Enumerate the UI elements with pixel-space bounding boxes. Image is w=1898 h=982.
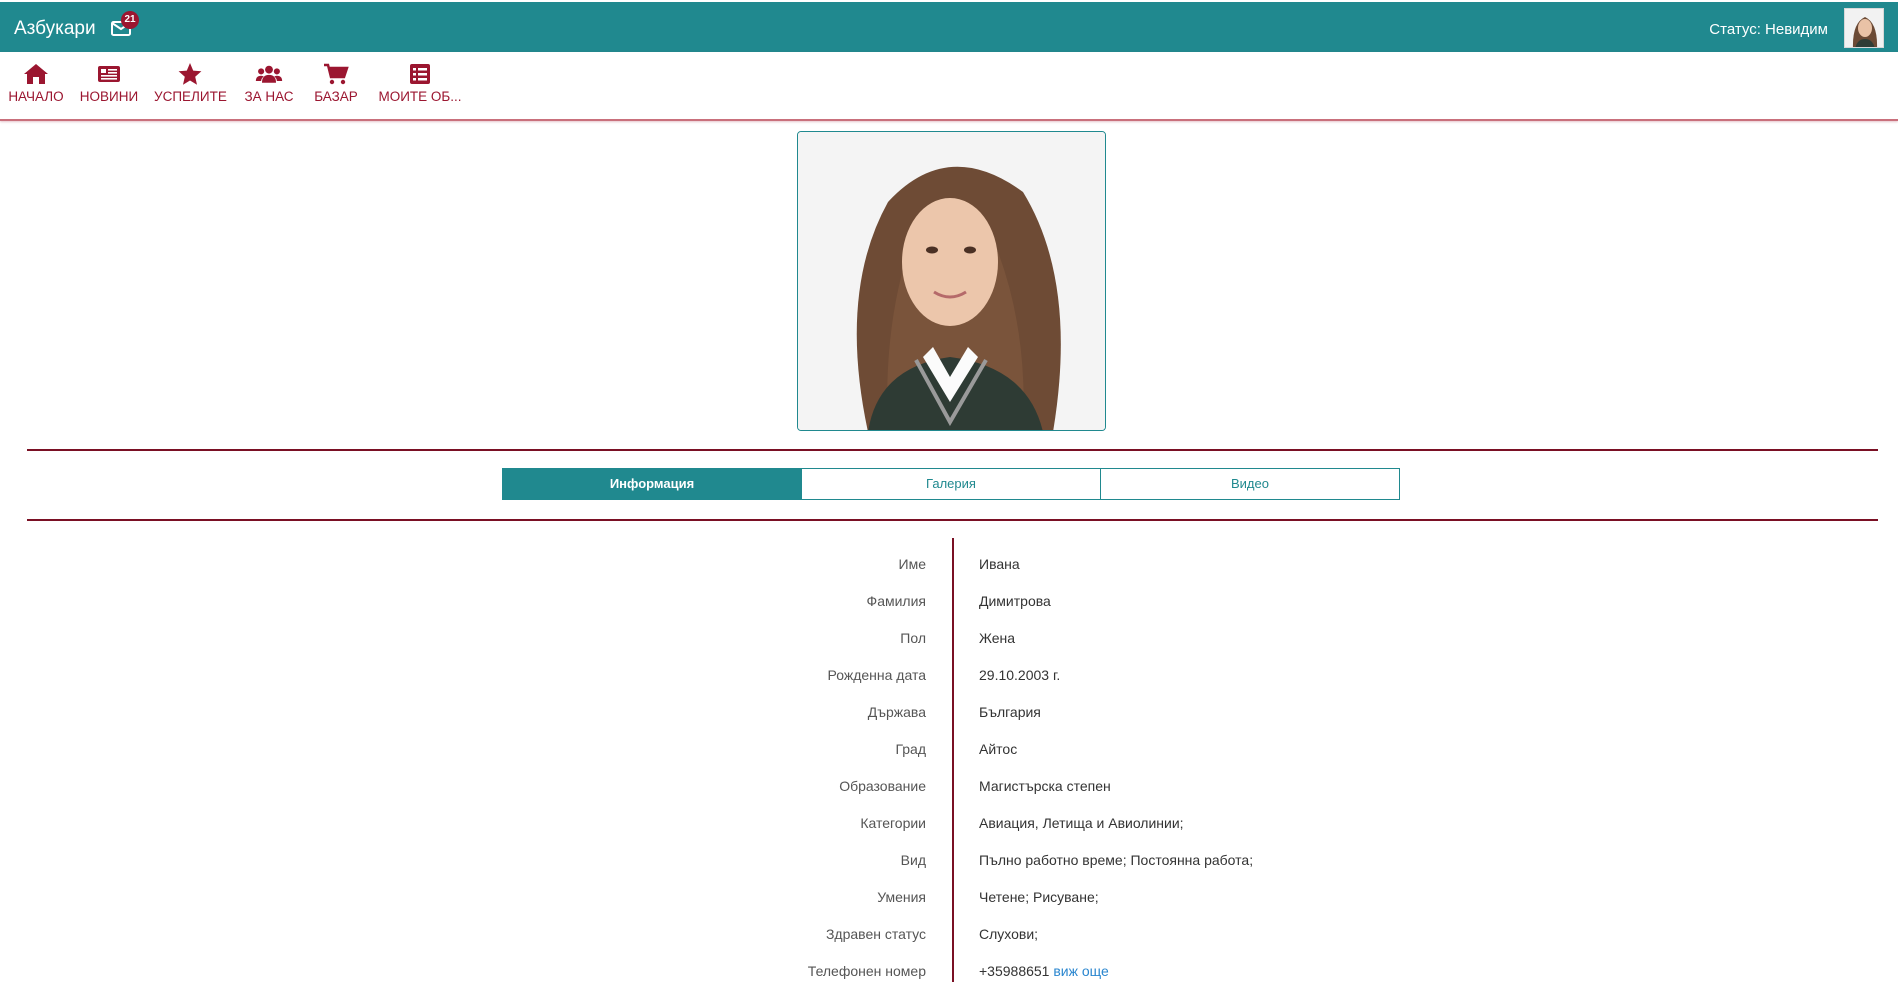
star-icon: [178, 63, 202, 85]
info-row-last-name: Фамилия Димитрова: [0, 593, 1898, 630]
field-value: Пълно работно време; Постоянна работа;: [979, 852, 1254, 868]
info-row-type: Вид Пълно работно време; Постоянна работ…: [0, 852, 1898, 889]
mail-count-badge: 21: [121, 11, 139, 29]
info-row-education: Образование Магистърска степен: [0, 778, 1898, 815]
field-label: Име: [898, 556, 926, 572]
field-value: Слухови;: [979, 926, 1039, 942]
info-row-skills: Умения Четене; Рисуване;: [0, 889, 1898, 926]
users-icon: [255, 65, 283, 83]
list-icon: [410, 64, 430, 84]
main-navigation: НАЧАЛО НОВИНИ УСПЕЛИТЕ ЗА НАС БАЗАР МОИТ…: [0, 52, 1898, 121]
profile-tabs: Информация Галерия Видео: [502, 468, 1400, 500]
nav-label: МОИТЕ ОБ...: [378, 89, 462, 104]
field-label: Образование: [839, 778, 926, 794]
nav-label: НОВИНИ: [79, 89, 139, 104]
field-label: Фамилия: [866, 593, 926, 609]
user-status[interactable]: Статус: Невидим: [1709, 21, 1828, 38]
field-label: Вид: [900, 852, 926, 868]
field-value: Айтос: [979, 741, 1018, 757]
field-label: Пол: [900, 630, 926, 646]
nav-item-home[interactable]: НАЧАЛО: [8, 62, 64, 114]
brand-logo[interactable]: Азбукари: [14, 18, 96, 40]
nav-item-successes[interactable]: УСПЕЛИТЕ: [154, 62, 227, 114]
field-value: +35988651 виж още: [979, 963, 1109, 979]
top-bar: Азбукари 21 Статус: Невидим: [0, 2, 1898, 52]
field-label: Категории: [860, 815, 926, 831]
info-row-phone: Телефонен номер +35988651 виж още: [0, 963, 1898, 982]
nav-label: НАЧАЛО: [8, 89, 64, 104]
nav-item-about[interactable]: ЗА НАС: [242, 62, 296, 114]
info-row-birth-date: Рожденна дата 29.10.2003 г.: [0, 667, 1898, 704]
field-value: Ивана: [979, 556, 1020, 572]
nav-item-news[interactable]: НОВИНИ: [79, 62, 139, 114]
newspaper-icon: [98, 66, 120, 82]
field-value: Димитрова: [979, 593, 1051, 609]
nav-label: УСПЕЛИТЕ: [154, 89, 227, 104]
divider-line: [27, 449, 1878, 451]
field-label: Град: [895, 741, 926, 757]
avatar[interactable]: [1844, 8, 1884, 48]
profile-photo: [797, 131, 1106, 431]
field-label: Здравен статус: [825, 926, 926, 942]
info-row-country: Държава България: [0, 704, 1898, 741]
field-value: Авиация, Летища и Авиолинии;: [979, 815, 1184, 831]
phone-number: +35988651: [979, 963, 1050, 979]
nav-item-my-ads[interactable]: МОИТЕ ОБ...: [378, 62, 462, 114]
field-value: Жена: [979, 630, 1016, 646]
info-row-gender: Пол Жена: [0, 630, 1898, 667]
tab-video[interactable]: Видео: [1100, 468, 1400, 500]
field-value: България: [979, 704, 1041, 720]
field-value: 29.10.2003 г.: [979, 667, 1061, 683]
cart-icon: [324, 63, 349, 85]
tab-information[interactable]: Информация: [502, 468, 802, 500]
home-icon: [24, 64, 48, 84]
field-value: Четене; Рисуване;: [979, 889, 1099, 905]
profile-info-table: Име Ивана Фамилия Димитрова Пол Жена Рож…: [0, 538, 1898, 982]
field-label: Умения: [877, 889, 926, 905]
field-label: Държава: [867, 704, 926, 720]
field-label: Телефонен номер: [807, 963, 926, 979]
nav-label: ЗА НАС: [244, 89, 294, 104]
info-row-city: Град Айтос: [0, 741, 1898, 778]
info-row-first-name: Име Ивана: [0, 556, 1898, 593]
field-value: Магистърска степен: [979, 778, 1111, 794]
field-label: Рожденна дата: [827, 667, 927, 683]
info-row-health-status: Здравен статус Слухови;: [0, 926, 1898, 963]
nav-label: БАЗАР: [314, 89, 358, 104]
nav-item-bazaar[interactable]: БАЗАР: [313, 62, 359, 114]
divider-line: [27, 519, 1878, 521]
tab-gallery[interactable]: Галерия: [801, 468, 1101, 500]
show-more-link[interactable]: виж още: [1053, 963, 1108, 979]
info-row-categories: Категории Авиация, Летища и Авиолинии;: [0, 815, 1898, 852]
